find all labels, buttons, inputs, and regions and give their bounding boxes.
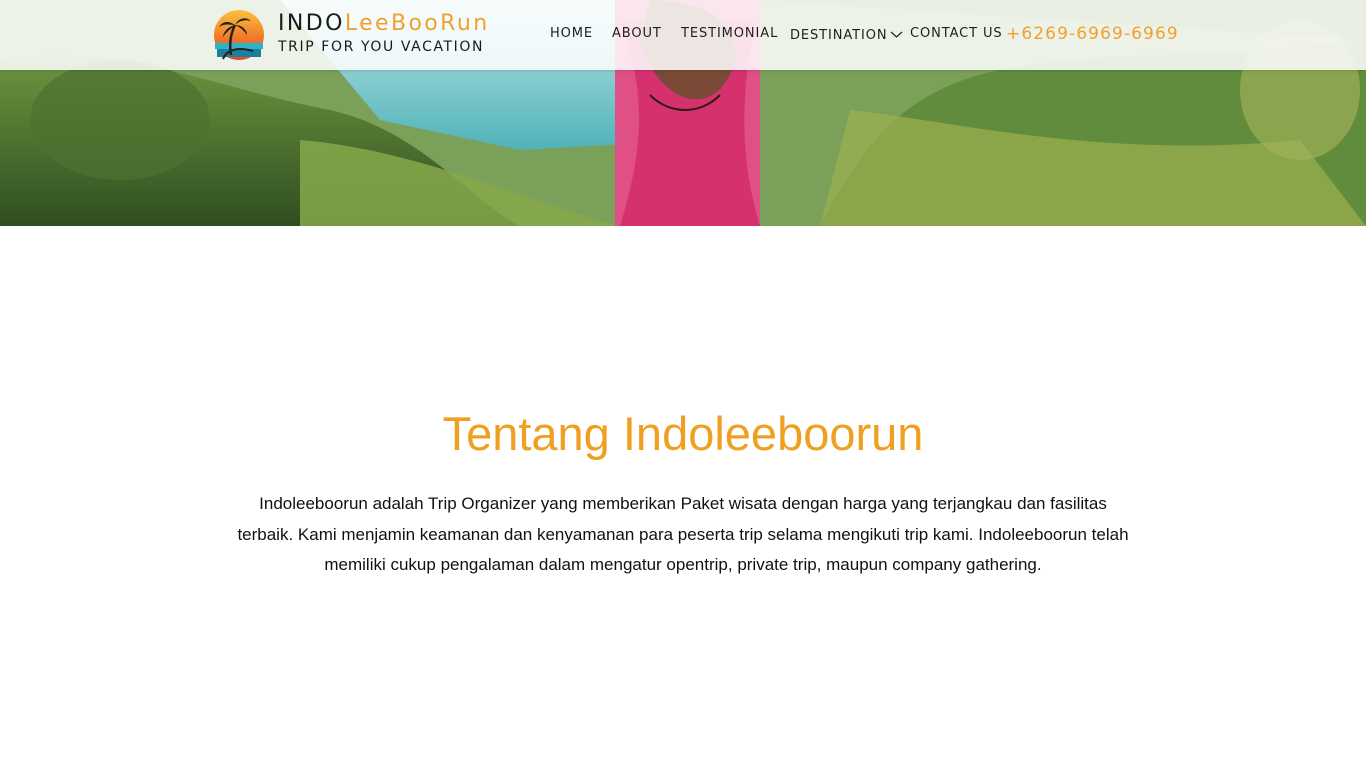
nav-testimonial-link[interactable]: TESTIMONIAL xyxy=(681,26,778,44)
nav-about-link[interactable]: ABOUT xyxy=(612,26,662,44)
brand-tagline: TRIP FOR YOU VACATION xyxy=(278,39,485,55)
nav-contact-link[interactable]: CONTACT US xyxy=(910,26,1003,44)
phone-number-link[interactable]: +6269-6969-6969 xyxy=(1006,24,1179,44)
brand-title: INDOLeeBooRun xyxy=(278,10,490,38)
brand-suffix: LeeBooRun xyxy=(344,11,490,36)
navbar: INDOLeeBooRun TRIP FOR YOU VACATION HOME… xyxy=(0,0,1366,70)
brand-prefix: INDO xyxy=(278,11,345,36)
nav-destination-label: DESTINATION xyxy=(790,27,888,43)
about-description: Indoleeboorun adalah Trip Organizer yang… xyxy=(237,494,1129,574)
about-title: Tentang Indoleeboorun xyxy=(442,407,924,460)
palm-sunset-logo-icon[interactable] xyxy=(213,9,265,61)
chevron-down-icon xyxy=(890,28,903,43)
brand-name[interactable]: INDOLeeBooRun TRIP FOR YOU VACATION xyxy=(278,10,490,56)
nav-home-link[interactable]: HOME xyxy=(550,26,593,44)
nav-destination-dropdown[interactable]: DESTINATION xyxy=(790,26,903,44)
